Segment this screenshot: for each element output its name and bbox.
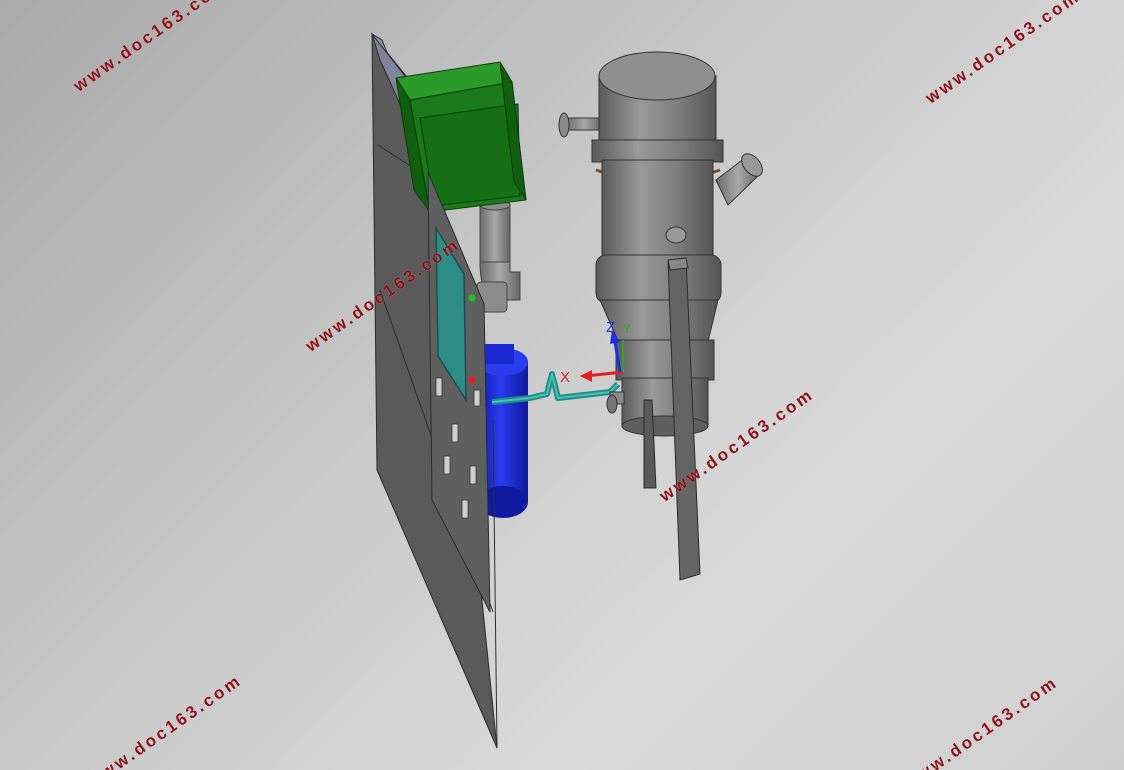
z-axis-label: Z: [606, 319, 616, 336]
x-axis-label: X: [560, 369, 571, 386]
green-control-box: [395, 61, 527, 213]
coordinate-triad: [580, 330, 624, 382]
cad-viewport[interactable]: X Y Z www.doc163.com www.doc163.com www.…: [0, 0, 1124, 770]
exhaust-duct: [476, 199, 521, 313]
y-axis-label: Y: [623, 322, 632, 336]
